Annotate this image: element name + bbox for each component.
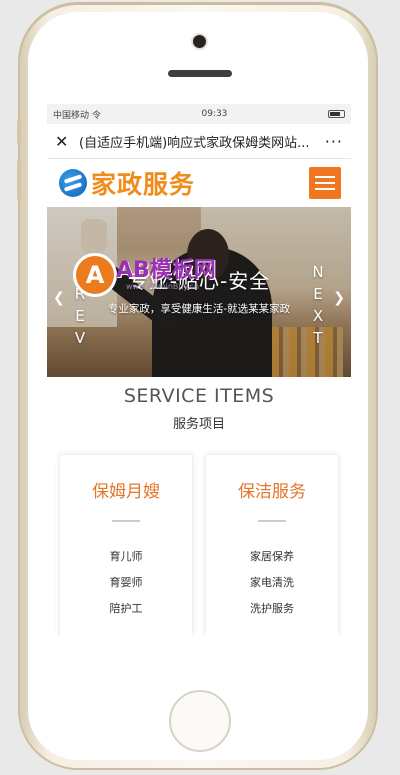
list-item[interactable]: 陪护工 (60, 596, 192, 622)
banner-subheading: 专业家政，享受健康生活-就选某某家政 (107, 303, 291, 315)
more-icon[interactable]: ··· (321, 132, 343, 151)
menu-button[interactable] (309, 167, 341, 199)
divider (258, 520, 286, 522)
status-bar: 中国移动 令 09:33 (47, 104, 351, 124)
services-heading: SERVICE ITEMS 服务项目 (47, 385, 351, 432)
hamburger-icon (315, 176, 335, 178)
service-card-nanny[interactable]: 保姆月嫂 育儿师 育婴师 陪护工 (59, 454, 193, 635)
earpiece-speaker (168, 70, 232, 77)
logo-text: 家政服务 (91, 170, 196, 199)
carrier-label: 中国移动 令 (53, 110, 101, 121)
front-camera (193, 35, 206, 48)
list-item[interactable]: 家电清洗 (206, 570, 338, 596)
next-arrow-icon[interactable]: ❯ (333, 290, 345, 306)
logo-icon (59, 169, 87, 197)
phone-screen: 中国移动 令 09:33 ✕ (自适应手机端)响应式家政保姆类网站... ···… (47, 104, 351, 635)
list-item[interactable]: 家居保养 (206, 544, 338, 570)
home-button[interactable] (169, 690, 231, 752)
banner-heading: 专业-贴心-安全 (127, 269, 271, 293)
next-button[interactable]: NEXT (311, 261, 325, 349)
divider (112, 520, 140, 522)
list-item[interactable]: 育婴师 (60, 570, 192, 596)
battery-icon (328, 110, 345, 118)
close-icon[interactable]: ✕ (55, 132, 73, 151)
page-title: (自适应手机端)响应式家政保姆类网站... (79, 135, 310, 151)
volume-button (17, 160, 21, 200)
browser-navbar: ✕ (自适应手机端)响应式家政保姆类网站... ··· (47, 124, 351, 159)
card-title: 保姆月嫂 (92, 482, 160, 502)
card-title: 保洁服务 (238, 482, 306, 502)
service-cards: 保姆月嫂 育儿师 育婴师 陪护工 保洁服务 家居保养 家电清洗 洗护服务 (47, 454, 351, 635)
status-icons (328, 110, 345, 118)
services-title-en: SERVICE ITEMS (123, 385, 275, 407)
site-logo[interactable]: 家政服务 (59, 165, 195, 201)
services-title-cn: 服务项目 (172, 417, 225, 432)
clock: 09:33 (201, 109, 228, 119)
volume-button (17, 120, 21, 144)
list-item[interactable]: 洗护服务 (206, 596, 338, 622)
prev-button[interactable]: PREV (73, 261, 87, 349)
prev-arrow-icon[interactable]: ❮ (53, 290, 65, 306)
list-item[interactable]: 育儿师 (60, 544, 192, 570)
service-card-cleaning[interactable]: 保洁服务 家居保养 家电清洗 洗护服务 (205, 454, 339, 635)
hero-banner: 专业-贴心-安全 专业家政，享受健康生活-就选某某家政 ❮ PREV NEXT … (47, 207, 351, 377)
site-header: 家政服务 (47, 159, 351, 207)
